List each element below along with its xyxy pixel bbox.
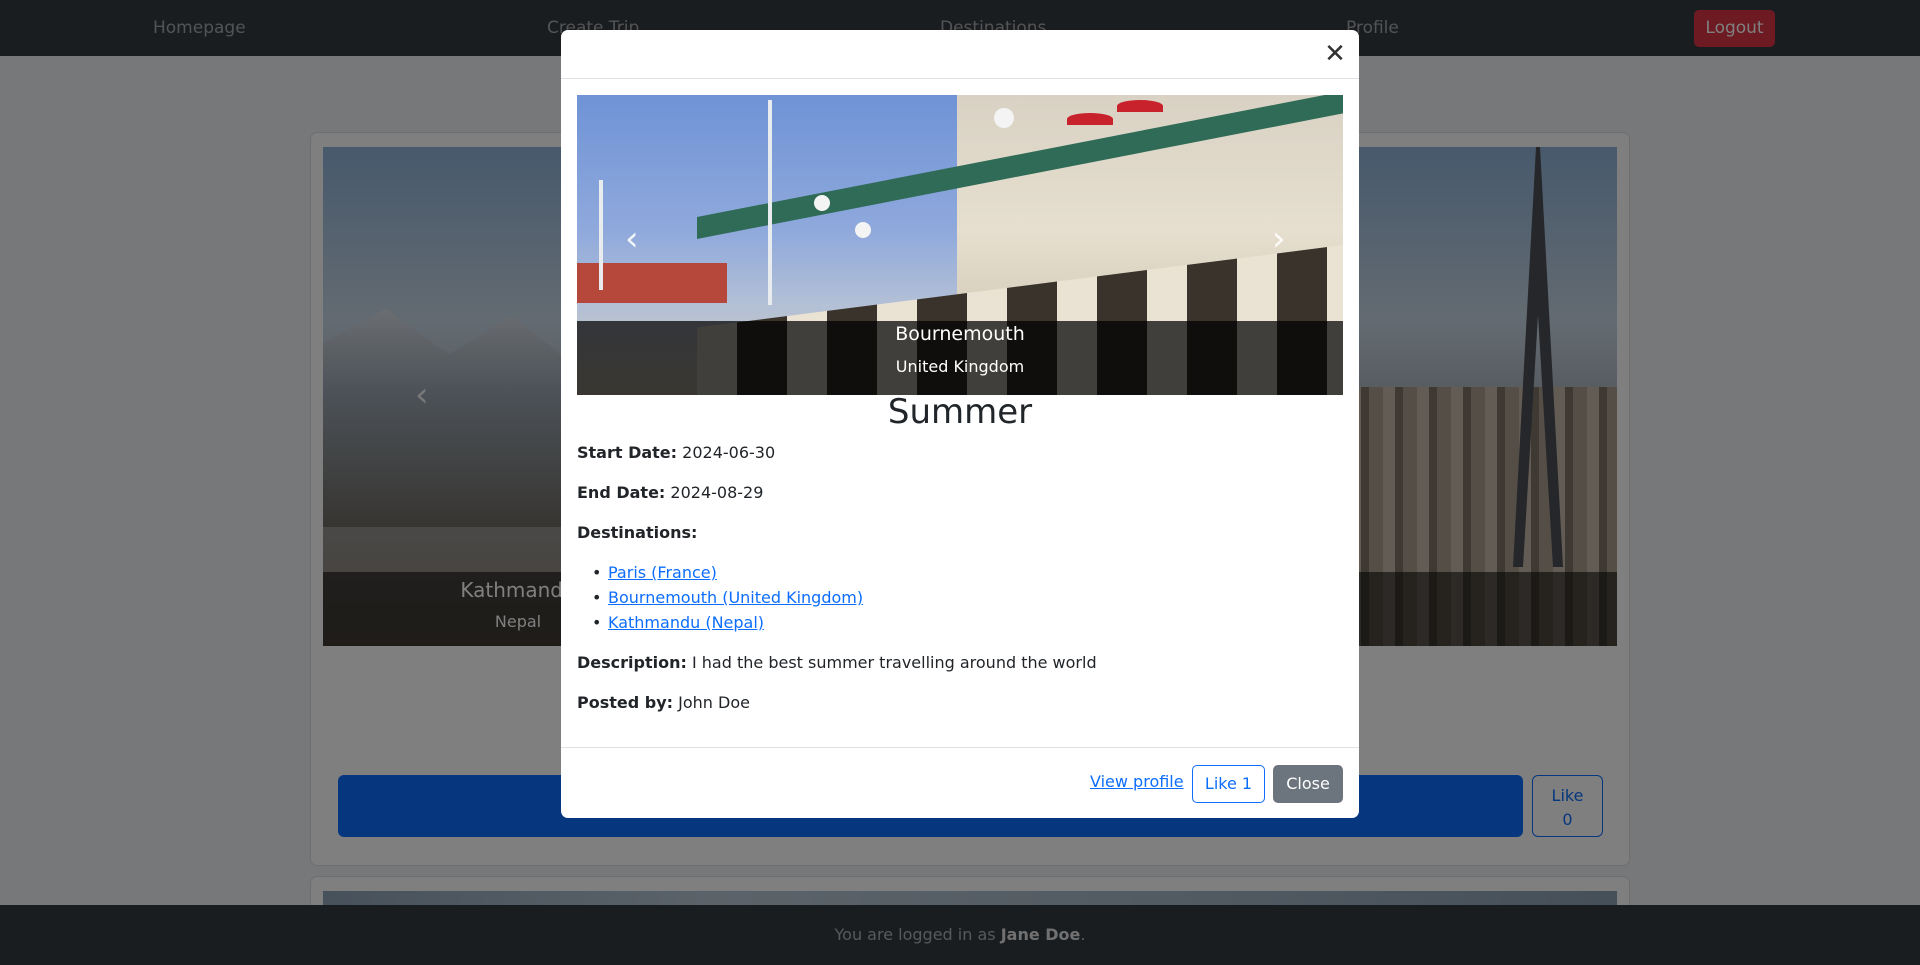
destinations-list: Paris (France) Bournemouth (United Kingd… xyxy=(589,563,863,638)
end-date-label: End Date: xyxy=(577,483,666,502)
umbrella-shape xyxy=(1117,100,1163,112)
umbrella-shape xyxy=(1067,113,1113,125)
modal-carousel: ‹ › Bournemouth United Kingdom xyxy=(577,95,1343,395)
trip-modal: ✕ ‹ › Bournemouth United Kingdom Summer … xyxy=(561,30,1359,818)
modal-footer: View profile Like 1 Close xyxy=(561,747,1359,818)
view-profile-link[interactable]: View profile xyxy=(1090,772,1184,791)
description-label: Description: xyxy=(577,653,687,672)
lamp-globe xyxy=(814,195,830,211)
destinations-label: Destinations: xyxy=(577,523,698,542)
destination-link-bournemouth[interactable]: Bournemouth (United Kingdom) xyxy=(608,588,863,607)
lamp-globe xyxy=(994,108,1014,128)
posted-by-label: Posted by: xyxy=(577,693,674,712)
description-row: Description: I had the best summer trave… xyxy=(577,653,1097,672)
close-button[interactable]: Close xyxy=(1273,765,1343,803)
destination-link-paris[interactable]: Paris (France) xyxy=(608,563,717,582)
destination-link-kathmandu[interactable]: Kathmandu (Nepal) xyxy=(608,613,764,632)
destinations-row: Destinations: xyxy=(577,523,697,542)
carousel-caption-title: Bournemouth xyxy=(895,323,1025,345)
description-value: I had the best summer travelling around … xyxy=(691,653,1097,672)
carousel-caption-subtitle: United Kingdom xyxy=(895,357,1025,376)
close-icon[interactable]: ✕ xyxy=(1323,41,1347,67)
lamp-pole xyxy=(599,180,603,290)
list-item: Paris (France) xyxy=(589,563,863,588)
trip-title: Summer xyxy=(887,392,1033,432)
end-date-value: 2024-08-29 xyxy=(670,483,764,502)
start-date-label: Start Date: xyxy=(577,443,678,462)
list-item: Kathmandu (Nepal) xyxy=(589,613,863,638)
carousel-caption: Bournemouth United Kingdom xyxy=(577,321,1343,395)
carousel-prev-icon[interactable]: ‹ xyxy=(625,219,639,259)
carousel-next-icon[interactable]: › xyxy=(1272,219,1286,259)
list-item: Bournemouth (United Kingdom) xyxy=(589,588,863,613)
start-date-value: 2024-06-30 xyxy=(682,443,776,462)
lamp-globe xyxy=(855,222,871,238)
lamp-pole xyxy=(768,100,772,305)
posted-by-value: John Doe xyxy=(678,693,750,712)
end-date-row: End Date: 2024-08-29 xyxy=(577,483,763,502)
like-button[interactable]: Like 1 xyxy=(1192,765,1265,803)
modal-header: ✕ xyxy=(561,30,1359,79)
posted-by-row: Posted by: John Doe xyxy=(577,693,750,712)
start-date-row: Start Date: 2024-06-30 xyxy=(577,443,775,462)
